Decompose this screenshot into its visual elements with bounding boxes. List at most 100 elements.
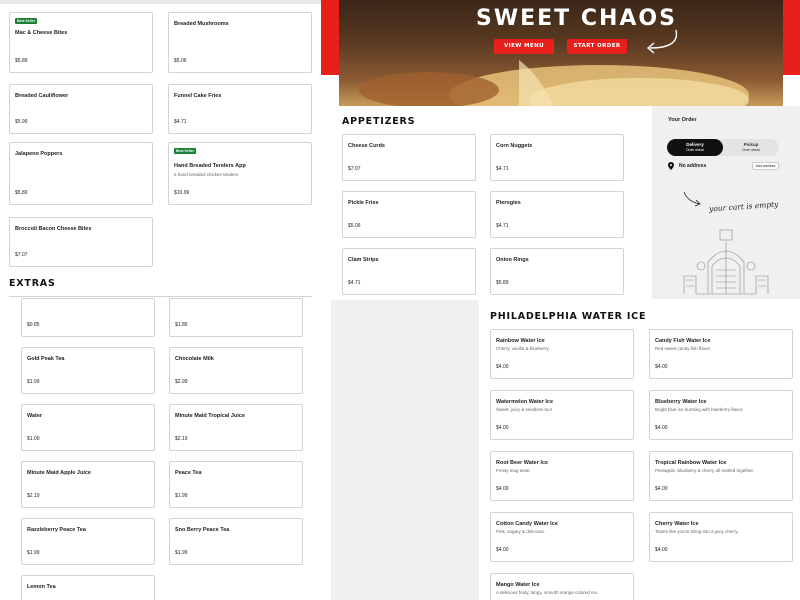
item-price: $5.89: [496, 280, 509, 286]
menu-item-card[interactable]: Lemon Tea: [21, 575, 155, 600]
item-description: Frosty mug taste.: [496, 468, 531, 473]
extras-heading: EXTRAS: [9, 278, 56, 289]
water-ice-panel-shade: [331, 300, 479, 600]
menu-item-card[interactable]: Funnel Cake Fries $4.71: [168, 84, 312, 134]
item-price: $4.71: [174, 119, 187, 125]
water-ice-heading: PHILADELPHIA WATER ICE: [490, 311, 647, 322]
menu-item-card[interactable]: Broccoli Bacon Cheese Bites $7.07: [9, 217, 153, 267]
extras-divider: [9, 296, 312, 297]
menu-item-card[interactable]: Corn Nuggets $4.71: [490, 134, 624, 181]
menu-item-card[interactable]: Mango Water Ice A delicious fruity, tang…: [490, 573, 634, 600]
view-menu-button[interactable]: VIEW MENU: [494, 39, 554, 54]
item-name: Cherry Water Ice: [655, 521, 699, 527]
item-description: 5 hand breaded chicken tenders: [174, 172, 239, 177]
menu-item-card[interactable]: $0.85: [21, 298, 155, 337]
menu-item-card[interactable]: Chocolate Milk $2.99: [169, 347, 303, 394]
add-address-button[interactable]: Add address: [752, 162, 779, 170]
cart-arrow-icon: [683, 191, 701, 207]
item-price: $7.07: [15, 252, 28, 258]
pickup-sublabel: Order ahead: [742, 148, 760, 152]
item-name: Jalapeno Poppers: [15, 151, 63, 157]
menu-item-card[interactable]: Sno Berry Peace Tea $1.99: [169, 518, 303, 565]
item-price: $4.00: [655, 547, 668, 553]
menu-item-card[interactable]: $1.85: [169, 298, 303, 337]
menu-item-card[interactable]: Candy Fish Water Ice Red sweet candy fis…: [649, 329, 793, 379]
item-price: $5.99: [15, 119, 28, 125]
menu-item-card[interactable]: Minute Maid Tropical Juice $2.19: [169, 404, 303, 451]
item-name: Clam Strips: [348, 257, 379, 263]
item-price: $7.07: [348, 166, 361, 172]
item-description: Cherry, vanilla & blueberry.: [496, 346, 550, 351]
item-price: $4.00: [496, 425, 509, 431]
delivery-option[interactable]: Delivery Order ahead: [667, 139, 723, 156]
item-name: Broccoli Bacon Cheese Bites: [15, 226, 92, 232]
item-price: $1.00: [27, 436, 40, 442]
menu-item-card[interactable]: Jalapeno Poppers $5.89: [9, 142, 153, 205]
item-price: $1.99: [175, 550, 188, 556]
item-price: $4.00: [655, 425, 668, 431]
menu-item-card[interactable]: Razzleberry Peace Tea $1.99: [21, 518, 155, 565]
item-name: Hand Breaded Tenders App: [174, 163, 246, 169]
item-name: Pierogies: [496, 200, 521, 206]
menu-item-card[interactable]: Root Beer Water Ice Frosty mug taste. $4…: [490, 451, 634, 501]
item-name: Peace Tea: [175, 470, 202, 476]
item-name: Razzleberry Peace Tea: [27, 527, 86, 533]
menu-item-card[interactable]: Water $1.00: [21, 404, 155, 451]
item-price: $4.00: [655, 364, 668, 370]
menu-item-card[interactable]: Cherry Water Ice Tastes like you're biti…: [649, 512, 793, 562]
item-price: $4.00: [655, 486, 668, 492]
item-name: Cheese Curds: [348, 143, 385, 149]
item-price: $5.89: [15, 190, 28, 196]
best-seller-badge: Best Seller: [174, 148, 197, 154]
menu-item-card[interactable]: Rainbow Water Ice Cherry, vanilla & blue…: [490, 329, 634, 379]
menu-item-card[interactable]: Onion Rings $5.89: [490, 248, 624, 295]
item-description: Red sweet candy fish flavor.: [655, 346, 712, 351]
item-price: $4.00: [496, 364, 509, 370]
menu-item-card[interactable]: Peace Tea $1.99: [169, 461, 303, 508]
item-name: Root Beer Water Ice: [496, 460, 549, 466]
start-order-button[interactable]: START ORDER: [567, 39, 627, 54]
item-description: A delicious fruity, tangy, smooth orange…: [496, 590, 599, 595]
left-column-top-shade: [0, 0, 321, 4]
menu-item-card[interactable]: Best Seller Mac & Cheese Bites $5.89: [9, 12, 153, 73]
menu-item-card[interactable]: Blueberry Water Ice Bright blue ice burs…: [649, 390, 793, 440]
item-price: $1.99: [175, 493, 188, 499]
order-title: Your Order: [668, 117, 697, 123]
item-name: Gold Peak Tea: [27, 356, 65, 362]
menu-item-card[interactable]: Cheese Curds $7.07: [342, 134, 476, 181]
item-price: $5.89: [15, 58, 28, 64]
item-price: $4.00: [496, 547, 509, 553]
item-name: Pickle Fries: [348, 200, 379, 206]
menu-item-card[interactable]: Minute Maid Apple Juice $2.19: [21, 461, 155, 508]
menu-item-card[interactable]: Pierogies $4.71: [490, 191, 624, 238]
restaurant-illustration: [683, 229, 769, 295]
menu-item-card[interactable]: Cotton Candy Water Ice Pink, sugary & de…: [490, 512, 634, 562]
no-address-label: No address: [679, 163, 707, 169]
item-name: Breaded Cauliflower: [15, 93, 69, 99]
best-seller-badge: Best Seller: [15, 18, 38, 24]
item-price: $4.71: [348, 280, 361, 286]
menu-item-card[interactable]: Watermelon Water Ice Sweet, juicy & seed…: [490, 390, 634, 440]
menu-item-card[interactable]: Tropical Rainbow Water Ice Pineapple, bl…: [649, 451, 793, 501]
item-price: $2.19: [27, 493, 40, 499]
item-price: $5.06: [348, 223, 361, 229]
menu-item-card[interactable]: Clam Strips $4.71: [342, 248, 476, 295]
item-name: Water: [27, 413, 43, 419]
hero-banner: SWEET CHAOS VIEW MENU START ORDER: [339, 0, 783, 106]
item-name: Corn Nuggets: [496, 143, 533, 149]
item-price: $5.06: [174, 58, 187, 64]
menu-item-card[interactable]: Breaded Cauliflower $5.99: [9, 84, 153, 134]
menu-item-card[interactable]: Breaded Mushrooms $5.06: [168, 12, 312, 73]
item-description: Bright blue ice bursting with blueberry …: [655, 407, 744, 412]
pickup-option[interactable]: Pickup Order ahead: [723, 139, 779, 156]
menu-item-card[interactable]: Gold Peak Tea $1.99: [21, 347, 155, 394]
fulfillment-toggle[interactable]: Delivery Order ahead Pickup Order ahead: [667, 139, 779, 156]
menu-item-card[interactable]: Pickle Fries $5.06: [342, 191, 476, 238]
item-price: $1.85: [175, 322, 188, 328]
item-price: $2.99: [175, 379, 188, 385]
item-price: $4.00: [496, 486, 509, 492]
item-name: Breaded Mushrooms: [174, 21, 229, 27]
item-name: Mac & Cheese Bites: [15, 30, 68, 36]
menu-item-card[interactable]: Best Seller Hand Breaded Tenders App 5 h…: [168, 142, 312, 205]
item-name: Minute Maid Tropical Juice: [175, 413, 245, 419]
